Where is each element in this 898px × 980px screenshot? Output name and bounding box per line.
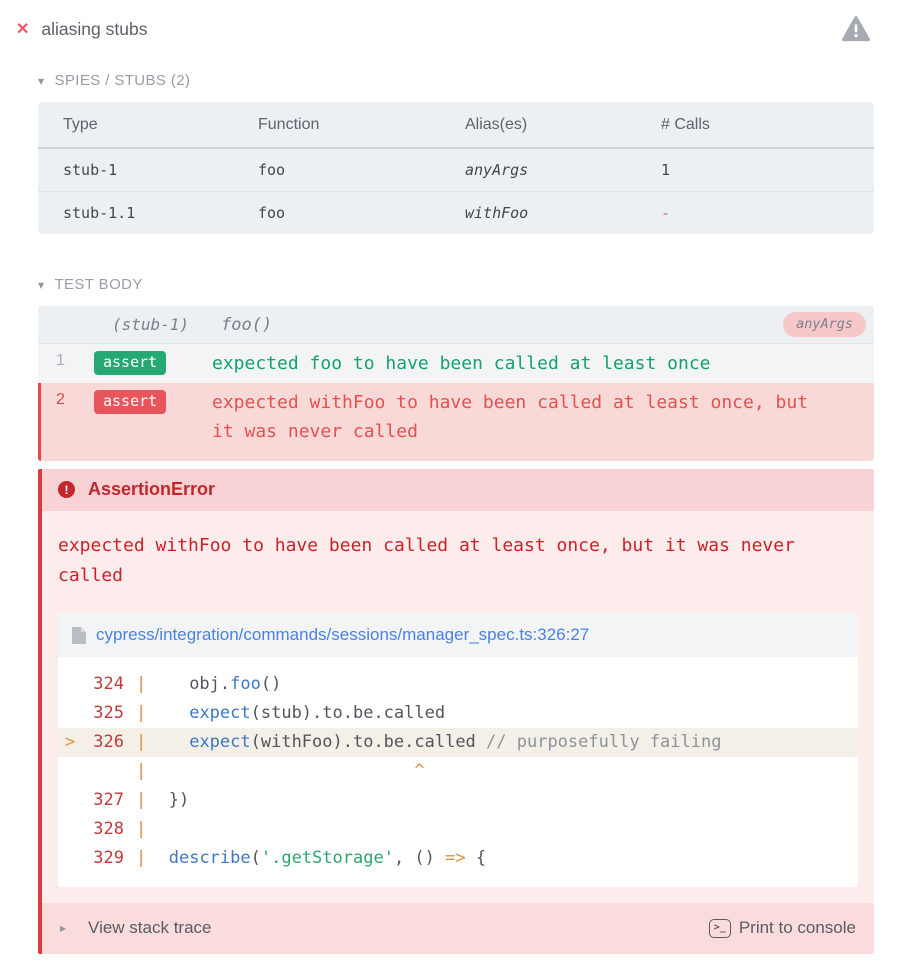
command-log: (stub-1) foo() anyArgs 1 assert expected…: [38, 306, 874, 461]
chevron-down-icon: ▾: [38, 74, 44, 88]
col-calls: # Calls: [661, 102, 874, 148]
code-lines: 324| obj.foo()325| expect(stub).to.be.ca…: [58, 657, 858, 887]
chevron-down-icon: ▾: [38, 278, 44, 292]
spies-stubs-section-header[interactable]: ▾ SPIES / STUBS (2): [38, 72, 874, 89]
error-message: expected withFoo to have been called at …: [58, 531, 858, 591]
test-attempt-content: ▾ SPIES / STUBS (2) Type Function Alias(…: [38, 72, 874, 954]
test-header[interactable]: ✕ aliasing stubs: [14, 12, 874, 44]
code-line: >326| expect(withFoo).to.be.called // pu…: [58, 728, 858, 757]
cell-type: stub-1: [38, 148, 258, 192]
terminal-icon: >_: [709, 919, 731, 938]
cell-function: foo: [258, 148, 465, 192]
instrument-header-row[interactable]: (stub-1) foo() anyArgs: [38, 306, 874, 344]
test-body-title: TEST BODY: [54, 276, 142, 293]
print-to-console-button[interactable]: >_ Print to console: [709, 918, 856, 938]
warning-triangle-glyph: [842, 16, 870, 42]
test-failed-x-icon: ✕: [16, 19, 29, 39]
test-body-section-header[interactable]: ▾ TEST BODY: [38, 276, 874, 293]
col-function: Function: [258, 102, 465, 148]
code-line: 329| describe('.getStorage', () => {: [58, 844, 858, 873]
command-row-assert-passed[interactable]: 1 assert expected foo to have been calle…: [38, 344, 874, 383]
alias-tag-badge: anyArgs: [783, 312, 866, 337]
code-line: 328|: [58, 815, 858, 844]
view-stack-trace-toggle[interactable]: ▸ View stack trace: [60, 918, 212, 938]
code-frame: cypress/integration/commands/sessions/ma…: [58, 613, 858, 887]
error-block: ! AssertionError expected withFoo to hav…: [38, 469, 874, 954]
cell-calls: 1: [661, 148, 874, 192]
cell-type: stub-1.1: [38, 192, 258, 235]
error-footer: ▸ View stack trace >_ Print to console: [42, 903, 874, 954]
code-frame-file-header: cypress/integration/commands/sessions/ma…: [58, 613, 858, 657]
command-row-assert-failed[interactable]: 2 assert expected withFoo to have been c…: [38, 383, 874, 461]
file-icon: [72, 627, 86, 644]
cell-function: foo: [258, 192, 465, 235]
warning-icon[interactable]: [842, 16, 870, 42]
test-title: aliasing stubs: [41, 19, 147, 40]
table-row: stub-1 foo anyArgs 1: [38, 148, 874, 192]
assert-badge: assert: [94, 390, 166, 414]
cell-calls: -: [661, 192, 874, 235]
spies-stubs-table: Type Function Alias(es) # Calls stub-1 f…: [38, 102, 874, 234]
print-to-console-label: Print to console: [739, 918, 856, 938]
command-message: expected foo to have been called at leas…: [212, 349, 824, 378]
error-body: expected withFoo to have been called at …: [42, 511, 874, 903]
code-line: 327| }): [58, 786, 858, 815]
chevron-right-icon: ▸: [60, 921, 66, 935]
view-stack-trace-label: View stack trace: [88, 918, 211, 938]
table-row: stub-1.1 foo withFoo -: [38, 192, 874, 235]
table-header-row: Type Function Alias(es) # Calls: [38, 102, 874, 148]
error-file-link[interactable]: cypress/integration/commands/sessions/ma…: [96, 625, 589, 645]
cell-alias: anyArgs: [465, 148, 661, 192]
error-exclamation-icon: !: [58, 481, 75, 498]
code-line: 324| obj.foo(): [58, 670, 858, 699]
col-type: Type: [38, 102, 258, 148]
command-number: 2: [54, 388, 80, 409]
stub-ref-label: (stub-1): [112, 315, 189, 334]
spies-stubs-title: SPIES / STUBS (2): [54, 72, 190, 89]
stub-call-label: foo(): [221, 315, 272, 335]
code-line: | ^: [58, 757, 858, 786]
cell-alias: withFoo: [465, 192, 661, 235]
assert-badge: assert: [94, 351, 166, 375]
col-aliases: Alias(es): [465, 102, 661, 148]
command-message: expected withFoo to have been called at …: [212, 388, 824, 456]
error-header: ! AssertionError: [42, 469, 874, 511]
error-name: AssertionError: [88, 479, 215, 500]
code-line: 325| expect(stub).to.be.called: [58, 699, 858, 728]
command-number: 1: [54, 349, 80, 370]
